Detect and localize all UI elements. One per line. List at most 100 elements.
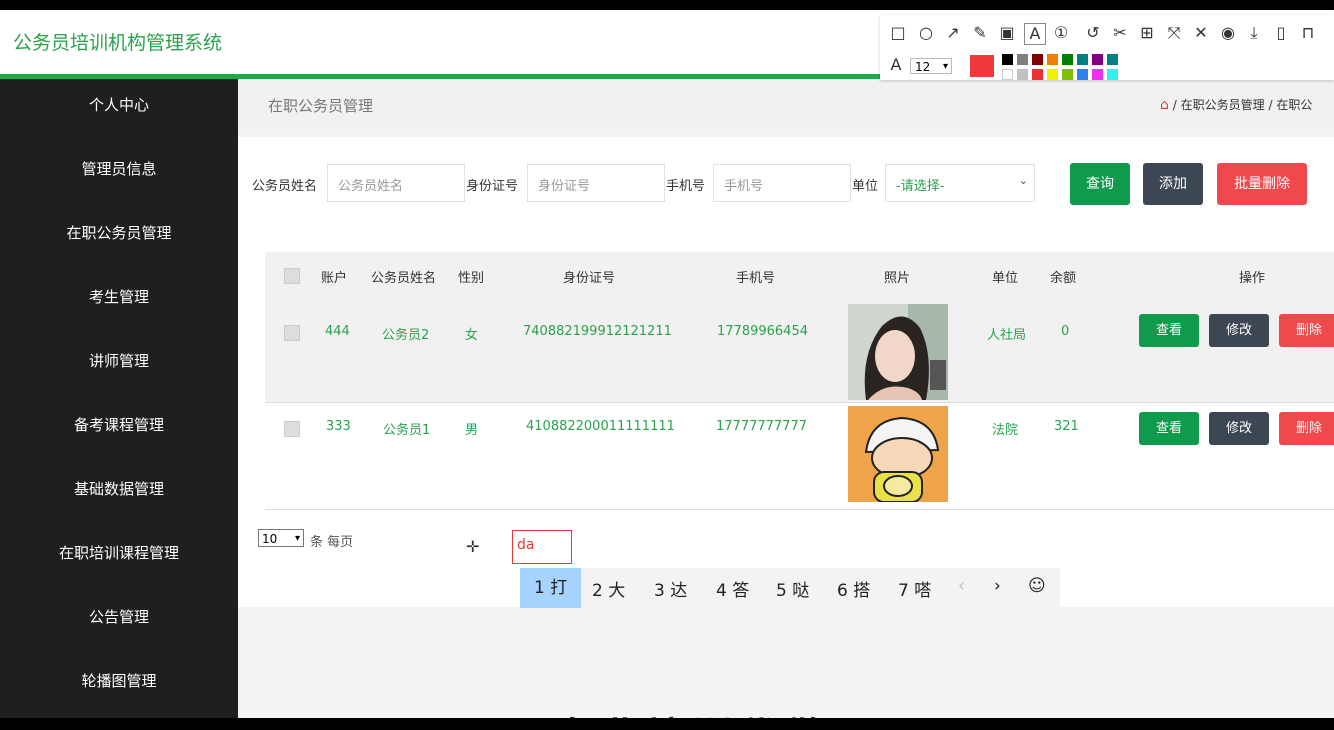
sidebar-item-training-courses[interactable]: 在职培训课程管理 [0,543,238,563]
select-all-checkbox[interactable] [284,268,300,284]
translate-icon[interactable]: ⤧ [1164,23,1184,43]
sidebar-item-examinees[interactable]: 考生管理 [0,287,238,307]
ime-candidate[interactable]: 4 答 [716,576,749,601]
chevron-down-icon: ⌄ [1018,174,1028,187]
breadcrumb-item-civil-servants[interactable]: 在职公务员管理 [1181,98,1265,112]
view-button[interactable]: 查看 [1139,412,1199,445]
color-swatch[interactable] [1047,69,1058,80]
sidebar-item-personal-center[interactable]: 个人中心 [0,95,238,115]
cell-name: 公务员2 [382,328,430,343]
add-button[interactable]: 添加 [1143,163,1203,205]
text-icon[interactable]: A [1024,23,1046,45]
ellipse-icon[interactable]: ○ [916,23,936,43]
ime-emoji-icon[interactable]: ☺ [1028,576,1046,596]
ime-candidate[interactable]: 2 大 [592,576,625,601]
cell-phone: 17789966454 [717,324,808,339]
id-filter-label: 身份证号 [466,179,519,194]
color-swatch[interactable] [1077,69,1088,80]
ime-candidate[interactable]: 3 达 [654,576,687,601]
sidebar-item-carousel[interactable]: 轮播图管理 [0,671,238,691]
color-swatch[interactable] [1002,54,1013,65]
chevron-down-icon: ▾ [294,533,300,544]
phone-filter-input[interactable]: 手机号 [713,164,851,202]
ocr-icon[interactable]: ⊞ [1137,23,1157,43]
cell-account: 444 [325,324,350,339]
active-color-swatch[interactable] [970,55,994,77]
cell-phone: 17777777777 [716,419,807,434]
breadcrumb-separator: / [1172,98,1177,112]
row-checkbox[interactable] [284,325,300,341]
sidebar-item-admin-info[interactable]: 管理员信息 [0,159,238,179]
main-content: 在职公务员管理 ⌂ / 在职公务员管理 / 在职公 公务员姓名 公务员姓名 身份… [238,79,1334,718]
edit-button[interactable]: 修改 [1209,314,1269,347]
ime-next-icon[interactable]: › [994,576,1001,596]
bookmark-icon[interactable]: ⊓ [1298,23,1318,43]
photo-thumbnail[interactable] [848,304,948,400]
close-icon[interactable]: ✕ [1191,23,1211,43]
arrow-icon[interactable]: ↗ [943,23,963,43]
font-icon: A [890,55,902,74]
color-swatch[interactable] [1107,69,1118,80]
unit-filter-select[interactable]: -请选择- ⌄ [885,164,1035,202]
color-swatch[interactable] [1047,54,1058,65]
pin-icon[interactable]: ✂ [1110,23,1130,43]
app-title: 公务员培训机构管理系统 [13,32,223,54]
ime-candidate[interactable]: 5 哒 [776,576,809,601]
home-icon[interactable]: ⌂ [1160,97,1169,113]
photo-thumbnail[interactable] [848,406,948,503]
font-size-select[interactable]: 12 ▾ [910,58,952,74]
delete-button[interactable]: 删除 [1279,412,1334,445]
ime-candidate[interactable]: 6 搭 [837,576,870,601]
page-jump-input[interactable]: da [512,530,572,564]
edit-button[interactable]: 修改 [1209,412,1269,445]
chevron-down-icon: ▾ [942,61,948,72]
pencil-icon[interactable]: ✎ [970,23,990,43]
record-icon[interactable]: ◉ [1218,23,1238,43]
color-swatch[interactable] [1062,54,1073,65]
row-checkbox[interactable] [284,421,300,437]
color-swatch[interactable] [1017,54,1028,65]
number-icon[interactable]: ① [1051,23,1071,43]
id-filter-input[interactable]: 身份证号 [527,164,665,202]
column-header-unit: 单位 [992,271,1019,286]
color-swatch[interactable] [1032,69,1043,80]
cell-balance: 321 [1054,419,1079,434]
color-swatch[interactable] [1092,54,1103,65]
view-button[interactable]: 查看 [1139,314,1199,347]
sidebar-item-civil-servants[interactable]: 在职公务员管理 [0,223,238,243]
ime-prev-icon[interactable]: ‹ [958,576,965,596]
sidebar-item-announcements[interactable]: 公告管理 [0,607,238,627]
color-swatch[interactable] [1002,69,1013,80]
color-swatch[interactable] [1032,54,1043,65]
mosaic-icon[interactable]: ▣ [997,23,1017,43]
color-swatch[interactable] [1077,54,1088,65]
color-swatch[interactable] [1062,69,1073,80]
screen: 公务员培训机构管理系统 个人中心 管理员信息 在职公务员管理 考生管理 讲师管理… [0,10,1334,718]
download-icon[interactable]: ⤓ [1244,23,1264,43]
batch-delete-button[interactable]: 批量删除 [1217,163,1307,205]
sidebar-item-exam-courses[interactable]: 备考课程管理 [0,415,238,435]
query-button[interactable]: 查询 [1070,163,1130,205]
cell-name: 公务员1 [383,423,431,438]
rectangle-icon[interactable]: □ [888,23,908,43]
name-filter-input[interactable]: 公务员姓名 [327,164,465,202]
page-size-select[interactable]: 10 ▾ [258,529,304,547]
ime-candidate-bar: 1 打 2 大 3 达 4 答 5 哒 6 搭 7 嗒 ‹ › ☺ [520,568,1060,608]
cell-id: 410882200011111111 [526,419,675,434]
color-swatch[interactable] [1017,69,1028,80]
color-swatch[interactable] [1107,54,1118,65]
undo-icon[interactable]: ↺ [1083,23,1103,43]
breadcrumb-separator: / [1268,98,1273,112]
sidebar-item-basic-data[interactable]: 基础数据管理 [0,479,238,499]
save-icon[interactable]: ▯ [1271,23,1291,43]
ime-candidate[interactable]: 1 打 [520,568,582,608]
sidebar-item-lecturers[interactable]: 讲师管理 [0,351,238,371]
unit-filter-label: 单位 [852,179,879,194]
sidebar: 个人中心 管理员信息 在职公务员管理 考生管理 讲师管理 备考课程管理 基础数据… [0,79,238,718]
ime-candidate[interactable]: 7 嗒 [898,576,931,601]
column-header-actions: 操作 [1239,271,1266,286]
cell-balance: 0 [1061,324,1070,339]
delete-button[interactable]: 删除 [1279,314,1334,347]
color-swatch[interactable] [1092,69,1103,80]
column-header-photo: 照片 [884,271,911,286]
